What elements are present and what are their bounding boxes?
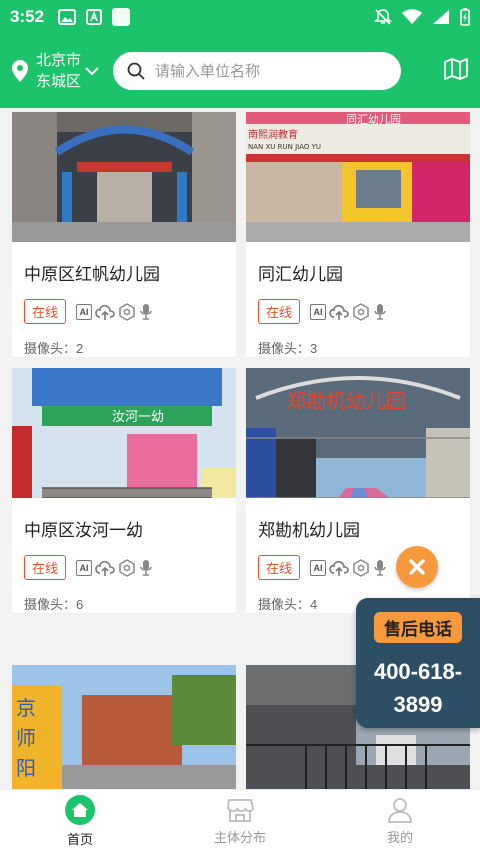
bottom-nav: 首页 主体分布 我的: [0, 789, 480, 853]
microphone-icon: [374, 303, 386, 320]
photo-sign: 郑勘机幼儿园: [286, 389, 406, 413]
shield-camera-icon: [119, 302, 135, 321]
search-icon: [127, 62, 145, 80]
search-input[interactable]: [155, 62, 386, 80]
photo-sign-3: 阳: [16, 756, 36, 780]
nav-home[interactable]: 首页: [0, 790, 160, 853]
shield-camera-icon: [353, 558, 369, 577]
nav-distribution-label: 主体分布: [213, 830, 266, 845]
nav-profile-label: 我的: [386, 830, 413, 845]
status-bar: 3:52: [0, 0, 480, 34]
phone-line-2: 3899: [393, 692, 443, 717]
header: 北京市 东城区: [0, 34, 480, 108]
gallery-icon: [58, 9, 77, 25]
online-status-badge: 在线: [24, 555, 67, 580]
photo-sign: 京: [16, 696, 36, 720]
battery-icon: [460, 8, 470, 26]
shield-camera-icon: [119, 558, 135, 577]
microphone-icon: [374, 559, 386, 576]
chevron-down-icon: [85, 67, 99, 76]
ai-icon: AI: [310, 303, 327, 320]
cloud-upload-icon: [329, 304, 349, 320]
camera-count: 摄像头：6: [24, 597, 84, 612]
nav-profile[interactable]: 我的: [320, 790, 480, 853]
font-app-icon: [86, 9, 103, 25]
kindergarten-card[interactable]: 中原区红帆幼儿园 在线 AI 摄像头：2: [12, 112, 236, 357]
location-pin-icon: [12, 60, 28, 82]
mute-icon: [374, 9, 392, 25]
photo-edu-sub: NAN XU RUN JIAO YU: [248, 143, 321, 151]
map-button[interactable]: [444, 57, 468, 85]
user-icon: [388, 798, 412, 823]
kindergarten-photo: 汝河一幼: [12, 368, 236, 498]
after-sales-phone[interactable]: 400-618- 3899: [374, 655, 462, 721]
kindergarten-photo: 郑勘机幼儿园: [246, 368, 470, 498]
photo-edu-sign: 南熙润教育: [248, 128, 298, 141]
app-notification-icon: [112, 8, 131, 26]
microphone-icon: [140, 303, 152, 320]
cloud-upload-icon: [329, 560, 349, 576]
ai-icon: AI: [310, 559, 327, 576]
location-district: 东城区: [36, 73, 82, 90]
camera-count: 摄像头：2: [24, 341, 84, 356]
close-after-sales-button[interactable]: [396, 546, 438, 588]
cloud-upload-icon: [95, 560, 115, 576]
nav-home-label: 首页: [66, 832, 93, 847]
signal-icon: [433, 10, 449, 24]
kindergarten-name: 同汇幼儿园: [258, 265, 343, 284]
photo-sign: 汝河一幼: [112, 410, 164, 425]
search-bar[interactable]: [113, 52, 402, 90]
kindergarten-name: 中原区红帆幼儿园: [24, 265, 160, 284]
kindergarten-photo: 京 师 阳: [12, 665, 236, 789]
map-icon: [444, 57, 468, 80]
home-icon: [65, 795, 95, 825]
cloud-upload-icon: [95, 304, 115, 320]
camera-count: 摄像头：3: [258, 341, 318, 356]
kindergarten-photo: 同汇幼儿园 南熙润教育 NAN XU RUN JIAO YU: [246, 112, 470, 242]
kindergarten-card[interactable]: 京 师 阳: [12, 665, 236, 789]
kindergarten-card[interactable]: 汝河一幼 中原区汝河一幼 在线 AI 摄像头：6: [12, 368, 236, 613]
kindergarten-photo: [12, 112, 236, 242]
close-icon: [409, 559, 425, 575]
after-sales-panel[interactable]: 售后电话 400-618- 3899: [356, 598, 480, 728]
online-status-badge: 在线: [24, 299, 67, 324]
location-selector[interactable]: 北京市 东城区: [12, 50, 99, 92]
location-city: 北京市: [36, 52, 82, 69]
microphone-icon: [140, 559, 152, 576]
kindergarten-name: 中原区汝河一幼: [24, 521, 143, 540]
shield-camera-icon: [353, 302, 369, 321]
after-sales-label: 售后电话: [374, 612, 462, 643]
store-icon: [227, 799, 254, 822]
ai-icon: AI: [76, 303, 93, 320]
online-status-badge: 在线: [258, 555, 301, 580]
kindergarten-name: 郑勘机幼儿园: [258, 521, 360, 540]
kindergarten-card[interactable]: 同汇幼儿园 南熙润教育 NAN XU RUN JIAO YU 同汇幼儿园 在线 …: [246, 112, 470, 357]
status-time: 3:52: [10, 7, 45, 26]
ai-icon: AI: [76, 559, 93, 576]
nav-distribution[interactable]: 主体分布: [160, 790, 320, 853]
photo-sign-2: 师: [16, 726, 36, 750]
wifi-icon: [402, 9, 422, 24]
phone-line-1: 400-618-: [373, 659, 463, 684]
online-status-badge: 在线: [258, 299, 301, 324]
kindergarten-card[interactable]: 郑勘机幼儿园 郑勘机幼儿园 在线 AI 摄像头：4: [246, 368, 470, 613]
